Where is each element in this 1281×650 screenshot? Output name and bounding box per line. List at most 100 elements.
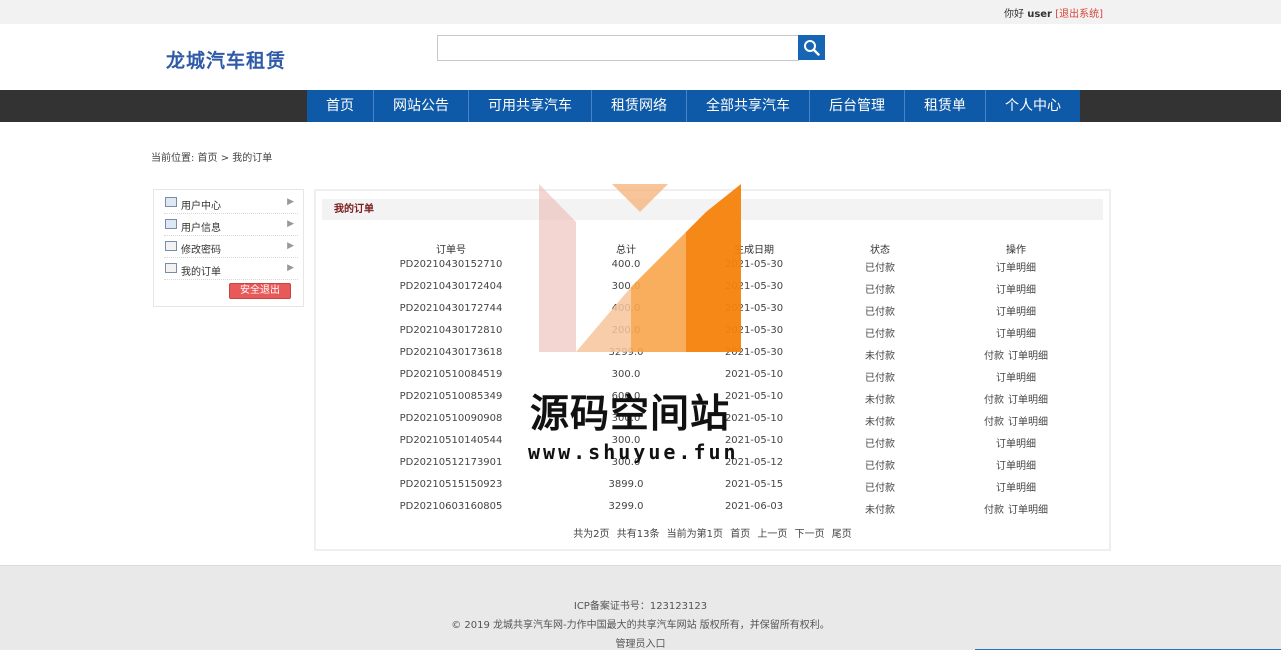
sidebar-item-user-info[interactable]: 用户信息 ▶ [164, 214, 298, 236]
actions-cell: 订单明细 [996, 479, 1036, 494]
nav-item-admin[interactable]: 后台管理 [810, 90, 905, 122]
pay-link[interactable]: 付款 [984, 351, 1004, 362]
page: 你好 user [退出系统] 龙城汽车租赁 首页 网站公告 可用共享汽车 租赁网… [0, 0, 1281, 650]
nav-item-rental-orders[interactable]: 租赁单 [905, 90, 986, 122]
order-detail-link[interactable]: 订单明细 [1008, 395, 1048, 406]
table-row: PD20210603160805 3299.0 2021-06-03 未付款 付款 订单明… [316, 496, 1109, 518]
pay-link[interactable]: 付款 [984, 505, 1004, 516]
order-id-cell: PD20210430173618 [399, 347, 503, 358]
order-detail-link[interactable]: 订单明细 [996, 439, 1036, 450]
actions-cell: 订单明细 [996, 281, 1036, 296]
status-cell: 已付款 [865, 329, 895, 340]
nav-item-home[interactable]: 首页 [307, 90, 374, 122]
nav-item-available-cars[interactable]: 可用共享汽车 [469, 90, 592, 122]
chevron-right-icon: ▶ [287, 197, 294, 207]
status-cell: 未付款 [865, 351, 895, 362]
order-id-cell: PD20210430172744 [399, 303, 503, 314]
order-id-cell: PD20210512173901 [399, 457, 503, 468]
actions-cell: 订单明细 [996, 435, 1036, 450]
pager-prev-link[interactable]: 上一页 [757, 529, 787, 540]
actions-cell: 付款 订单明细 [984, 347, 1048, 362]
chevron-right-icon: ▶ [287, 241, 294, 251]
footer: ICP备案证书号：123123123 © 2019 龙城共享汽车网-力作中国最大… [0, 565, 1281, 650]
total-cell: 300.0 [611, 369, 641, 380]
order-id-cell: PD20210510084519 [399, 369, 503, 380]
order-detail-link[interactable]: 订单明细 [996, 373, 1036, 384]
pager-pages: 共为2页 [573, 529, 610, 540]
actions-cell: 付款 订单明细 [984, 413, 1048, 428]
main-nav: 首页 网站公告 可用共享汽车 租赁网络 全部共享汽车 后台管理 租赁单 个人中心 [307, 90, 1080, 122]
order-detail-link[interactable]: 订单明细 [996, 483, 1036, 494]
footer-admin-link[interactable]: 管理员入口 [0, 635, 1281, 650]
chevron-right-icon: ▶ [287, 263, 294, 273]
order-detail-link[interactable]: 订单明细 [1008, 351, 1048, 362]
table-row: PD20210515150923 3899.0 2021-05-15 已付款 订单明细 [316, 474, 1109, 496]
search-input[interactable] [437, 35, 799, 61]
watermark-text: 源码空间站 [530, 392, 731, 437]
pager-first-link[interactable]: 首页 [730, 529, 750, 540]
pagination: 共为2页 共有13条 当前为第1页 首页 上一页 下一页 尾页 [316, 525, 1109, 540]
status-cell: 已付款 [865, 307, 895, 318]
sidebar-item-label: 用户中心 [181, 201, 221, 212]
user-greeting: 你好 user [退出系统] [1004, 5, 1103, 20]
search-button[interactable] [798, 35, 825, 60]
footer-copyright: © 2019 龙城共享汽车网-力作中国最大的共享汽车网站 版权所有，并保留所有权… [451, 620, 830, 631]
actions-cell: 订单明细 [996, 457, 1036, 472]
nav-item-all-cars[interactable]: 全部共享汽车 [687, 90, 810, 122]
document-icon [165, 241, 177, 251]
order-id-cell: PD20210510090908 [399, 413, 503, 424]
sidebar-item-change-password[interactable]: 修改密码 ▶ [164, 236, 298, 258]
nav-item-personal-center[interactable]: 个人中心 [986, 90, 1080, 122]
order-detail-link[interactable]: 订单明细 [996, 461, 1036, 472]
order-detail-link[interactable]: 订单明细 [1008, 417, 1048, 428]
site-logo[interactable]: 龙城汽车租赁 [166, 46, 286, 73]
order-detail-link[interactable]: 订单明细 [996, 285, 1036, 296]
order-detail-link[interactable]: 订单明细 [1008, 505, 1048, 516]
status-cell: 已付款 [865, 263, 895, 274]
pay-link[interactable]: 付款 [984, 395, 1004, 406]
user-card-icon [165, 219, 177, 229]
total-cell: 3299.0 [608, 501, 644, 512]
nav-item-announcements[interactable]: 网站公告 [374, 90, 469, 122]
order-id-cell: PD20210430152710 [399, 259, 503, 270]
watermark-logo-graphic [539, 184, 741, 352]
chevron-right-icon: ▶ [287, 219, 294, 229]
order-detail-link[interactable]: 订单明细 [996, 263, 1036, 274]
footer-icp: ICP备案证书号：123123123 [573, 601, 708, 612]
order-id-cell: PD20210510140544 [399, 435, 503, 446]
watermark-url: www.shuyue.fun [528, 440, 739, 464]
actions-cell: 订单明细 [996, 303, 1036, 318]
greeting-text: 你好 [1004, 9, 1025, 20]
username: user [1027, 9, 1052, 20]
sidebar-item-label: 用户信息 [181, 223, 221, 234]
order-detail-link[interactable]: 订单明细 [996, 307, 1036, 318]
actions-cell: 付款 订单明细 [984, 391, 1048, 406]
pager-last-link[interactable]: 尾页 [832, 529, 852, 540]
breadcrumb: 当前位置: 首页 > 我的订单 [151, 153, 273, 164]
sidebar-item-my-orders[interactable]: 我的订单 ▶ [164, 258, 298, 280]
pager-next-link[interactable]: 下一页 [795, 529, 825, 540]
order-id-cell: PD20210430172810 [399, 325, 503, 336]
date-cell: 2021-05-10 [724, 369, 784, 380]
status-cell: 未付款 [865, 505, 895, 516]
safe-logout-button[interactable]: 安全退出 [229, 283, 291, 299]
order-id-cell: PD20210510085349 [399, 391, 503, 402]
status-cell: 未付款 [865, 417, 895, 428]
actions-cell: 付款 订单明细 [984, 501, 1048, 516]
date-cell: 2021-05-10 [724, 413, 784, 424]
search-icon [804, 40, 820, 56]
sidebar-item-user-center[interactable]: 用户中心 ▶ [164, 192, 298, 214]
order-detail-link[interactable]: 订单明细 [996, 329, 1036, 340]
actions-cell: 订单明细 [996, 369, 1036, 384]
date-cell: 2021-06-03 [724, 501, 784, 512]
main-nav-bar: 首页 网站公告 可用共享汽车 租赁网络 全部共享汽车 后台管理 租赁单 个人中心 [0, 90, 1281, 122]
date-cell: 2021-05-15 [724, 479, 784, 490]
pay-link[interactable]: 付款 [984, 417, 1004, 428]
status-cell: 已付款 [865, 461, 895, 472]
logout-link[interactable]: [退出系统] [1055, 9, 1103, 20]
sidebar-item-label: 我的订单 [181, 267, 221, 278]
status-cell: 已付款 [865, 373, 895, 384]
nav-item-rental-network[interactable]: 租赁网络 [592, 90, 687, 122]
actions-cell: 订单明细 [996, 259, 1036, 274]
status-cell: 未付款 [865, 395, 895, 406]
